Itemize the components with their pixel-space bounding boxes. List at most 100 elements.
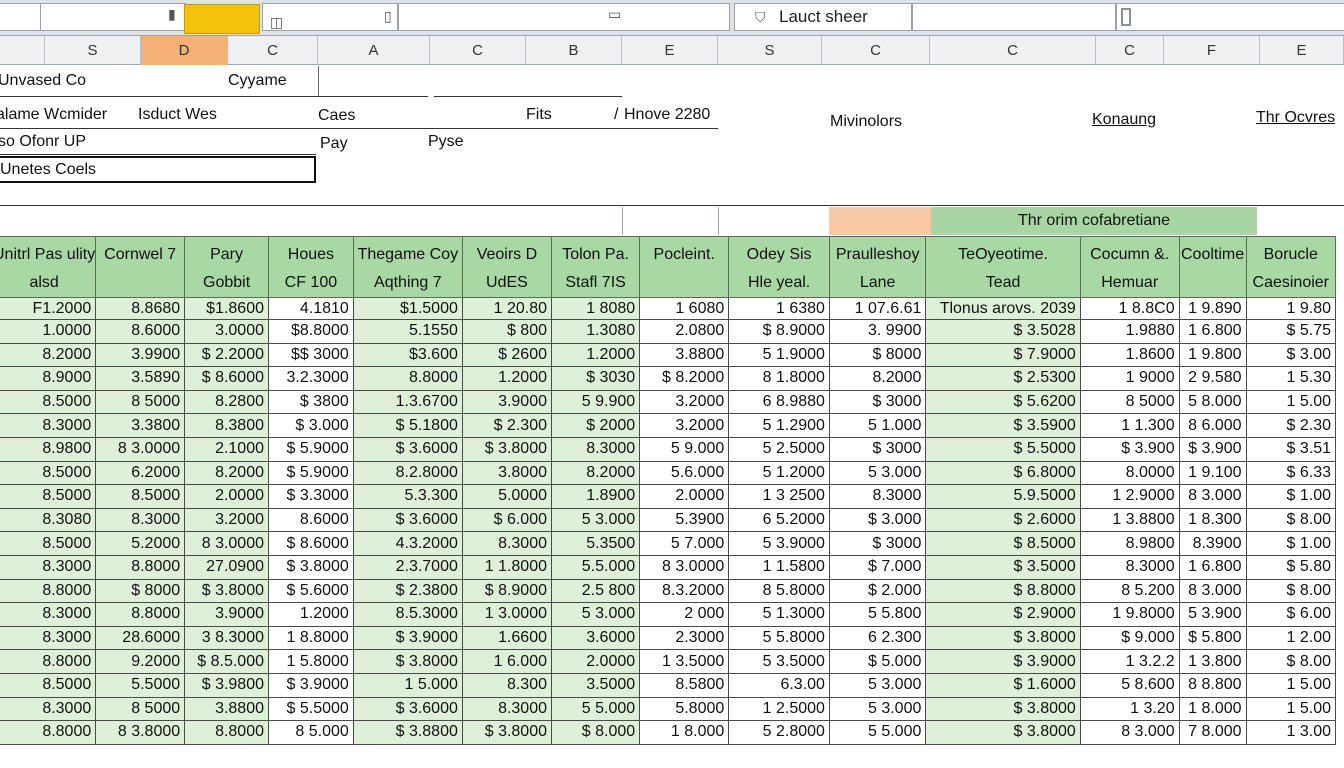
subheader-cell[interactable]: $1.5000 (352, 297, 463, 320)
table-cell[interactable]: 5 3.000 (828, 696, 927, 722)
table-cell[interactable]: 5.6.000 (639, 460, 730, 486)
table-cell[interactable]: 5 2.5000 (728, 436, 830, 462)
table-cell[interactable]: $ 3.000 (828, 507, 927, 533)
table-cell[interactable]: 5 8.600 (1079, 672, 1180, 698)
row-lead-cell[interactable]: 8.3000 (0, 602, 97, 627)
table-cell[interactable]: 8.3000 (95, 507, 186, 533)
table-cell[interactable]: 5 1.3000 (728, 602, 830, 627)
subheader-cell[interactable]: 1 6380 (728, 297, 830, 320)
table-cell[interactable]: 8.6000 (268, 507, 354, 533)
table-cell[interactable]: $ 5.000 (828, 649, 927, 674)
table-cell[interactable]: 5.1550 (352, 319, 463, 344)
table-cell[interactable]: 5.3500 (550, 531, 641, 556)
table-cell[interactable]: 1 8.000 (639, 720, 730, 745)
table-cell[interactable]: $$ 3000 (268, 342, 354, 368)
table-cell[interactable]: 3.3800 (95, 413, 186, 438)
table-cell[interactable]: 8 5000 (95, 389, 186, 415)
table-cell[interactable]: $ 7.000 (828, 554, 927, 580)
table-cell[interactable]: 5.2000 (95, 531, 186, 556)
table-cell[interactable]: 5.5.000 (550, 554, 641, 580)
column-header-active[interactable]: D (141, 36, 228, 65)
table-cell[interactable]: $ 8.000 (550, 720, 641, 745)
table-cell[interactable]: 1.8600 (1079, 342, 1180, 368)
table-cell[interactable]: $ 2.5300 (925, 366, 1081, 391)
table-cell[interactable]: 2.0000 (550, 649, 641, 674)
table-cell[interactable]: $ 2.9000 (925, 602, 1081, 627)
table-cell[interactable]: 9.2000 (95, 649, 186, 674)
column-header[interactable]: B (526, 36, 622, 65)
table-cell[interactable]: $ 8.9000 (728, 319, 830, 344)
table-cell[interactable]: 8 5.000 (268, 720, 354, 745)
thr-link[interactable]: Thr Ocvres (1256, 109, 1335, 127)
row-lead-cell[interactable]: 8.5000 (0, 389, 97, 415)
table-cell[interactable]: 2 9.580 (1178, 366, 1247, 391)
subheader-cell[interactable]: 8.8680 (95, 297, 186, 320)
subheader-cell[interactable]: 1 20.80 (461, 297, 553, 320)
table-cell[interactable]: $ 3.8000 (925, 625, 1081, 651)
table-cell[interactable]: 6 8.9880 (728, 389, 830, 415)
table-cell[interactable]: 8.3800 (184, 413, 269, 438)
table-cell[interactable]: 1 6.800 (1178, 554, 1247, 580)
table-cell[interactable]: $ 3.9000 (925, 649, 1081, 674)
table-cell[interactable]: $ 3.8000 (925, 696, 1081, 722)
table-cell[interactable]: 8.8000 (352, 366, 463, 391)
table-cell[interactable]: 3.9900 (95, 342, 186, 368)
table-cell[interactable]: 1 3.800 (1178, 649, 1247, 674)
table-cell[interactable]: $ 3800 (268, 389, 354, 415)
table-cell[interactable]: 8.0000 (1079, 460, 1180, 486)
table-cell[interactable]: 1 6.000 (461, 649, 553, 674)
subheader-cell[interactable]: 1 8.8C0 (1079, 297, 1180, 320)
table-cell[interactable]: 8.3000 (461, 696, 553, 722)
column-header[interactable]: E (1260, 36, 1344, 65)
table-cell[interactable]: $ 3.9000 (268, 672, 354, 698)
header-cell[interactable]: Houes CF 100 (268, 236, 354, 298)
table-cell[interactable]: $ 6.000 (461, 507, 553, 533)
table-cell[interactable]: $ 6.33 (1245, 460, 1337, 486)
row-lead-cell[interactable]: 8.3000 (0, 413, 97, 438)
table-cell[interactable]: 8.2000 (550, 460, 641, 486)
header-cell[interactable]: Borucle Caesinoier (1245, 236, 1337, 298)
table-cell[interactable]: 1.3.6700 (352, 389, 463, 415)
subheader-cell[interactable]: 1 9.890 (1178, 297, 1247, 320)
table-cell[interactable]: 8.5800 (639, 672, 730, 698)
company-value[interactable]: Cyyame (228, 72, 287, 90)
table-cell[interactable]: 3.9000 (184, 602, 269, 627)
table-cell[interactable]: $ 3.6000 (352, 436, 463, 462)
table-cell[interactable]: 3.2000 (184, 507, 269, 533)
table-cell[interactable]: $ 5.75 (1245, 319, 1337, 344)
table-cell[interactable]: 6.3.00 (728, 672, 830, 698)
table-cell[interactable]: 1 5.00 (1245, 389, 1337, 415)
table-cell[interactable]: 3.5000 (550, 672, 641, 698)
table-cell[interactable]: $ 3.8000 (268, 554, 354, 580)
table-cell[interactable]: 5 1.9000 (728, 342, 830, 368)
subheader-cell[interactable]: 1 9.80 (1245, 297, 1337, 320)
subheader-cell[interactable]: Tlonus arovs. 2039 (925, 297, 1081, 320)
table-cell[interactable]: $ 2.3800 (352, 578, 463, 604)
table-cell[interactable]: $ 8.9000 (461, 578, 553, 604)
table-cell[interactable]: $ 3.8000 (925, 720, 1081, 745)
table-cell[interactable]: $ 3.8000 (461, 720, 553, 745)
table-cell[interactable]: $ 3.8000 (352, 649, 463, 674)
table-cell[interactable]: 3.8800 (184, 696, 269, 722)
dropdown-icon[interactable]: ▮ (168, 6, 176, 23)
table-cell[interactable]: 3.2.3000 (268, 366, 354, 391)
table-cell[interactable]: $ 3.000 (268, 413, 354, 438)
table-cell[interactable]: 28.6000 (95, 625, 186, 651)
table-cell[interactable]: $ 1.00 (1245, 531, 1337, 556)
row-lead-cell[interactable]: 8.3000 (0, 625, 97, 651)
table-cell[interactable]: $ 5.800 (1178, 625, 1247, 651)
table-cell[interactable]: 7 8.000 (1178, 720, 1247, 745)
table-cell[interactable]: 3.6000 (550, 625, 641, 651)
table-cell[interactable]: 5 3.000 (550, 602, 641, 627)
table-cell[interactable]: $ 3000 (828, 389, 927, 415)
table-cell[interactable]: 5.9.5000 (925, 484, 1081, 509)
subheader-cell[interactable]: 1 07.6.61 (828, 297, 927, 320)
column-header-corner[interactable] (0, 36, 45, 65)
table-cell[interactable]: $ 8.5.000 (184, 649, 269, 674)
table-cell[interactable]: $ 3000 (828, 531, 927, 556)
header-cell[interactable]: Pocleint. (639, 236, 730, 298)
table-cell[interactable]: 1 3.20 (1079, 696, 1180, 722)
table-cell[interactable]: $ 8000 (828, 342, 927, 368)
row-lead-cell[interactable]: 8.5000 (0, 672, 97, 698)
table-cell[interactable]: 5 7.000 (639, 531, 730, 556)
